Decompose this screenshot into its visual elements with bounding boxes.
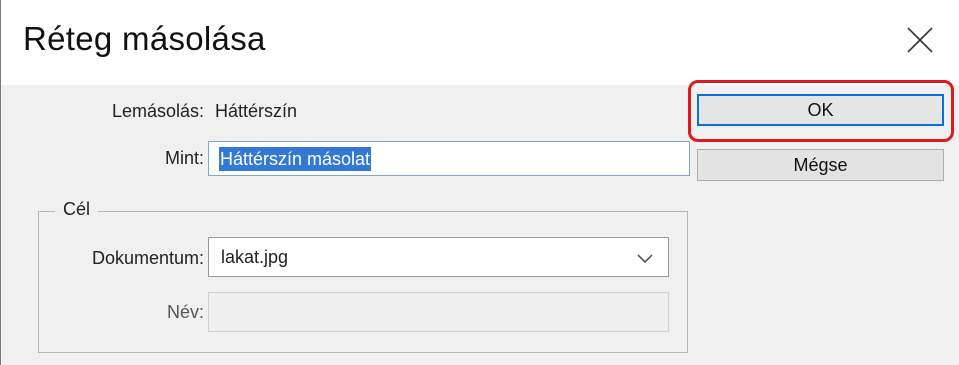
duplicate-label: Lemásolás: <box>111 101 204 121</box>
close-button[interactable] <box>900 20 940 60</box>
name-label: Név: <box>166 302 204 322</box>
title-bar: Réteg másolása <box>1 0 959 85</box>
destination-group-legend: Cél <box>55 199 99 220</box>
duplicate-source-value: Háttérszín <box>215 101 298 121</box>
duplicate-layer-dialog: Réteg másolása Lemásolás: Háttérszín Min… <box>0 0 959 365</box>
dialog-title: Réteg másolása <box>23 20 266 57</box>
layer-name-selected-text: Háttérszín másolat <box>219 146 372 171</box>
name-input-disabled <box>208 292 669 332</box>
as-label: Mint: <box>164 148 204 168</box>
ok-button[interactable]: OK <box>697 94 944 126</box>
document-dropdown-value: lakat.jpg <box>221 246 289 267</box>
cancel-button[interactable]: Mégse <box>697 149 944 181</box>
chevron-down-icon <box>637 254 653 264</box>
layer-name-input[interactable]: Háttérszín másolat <box>208 141 690 176</box>
document-label: Dokumentum: <box>91 248 204 268</box>
document-dropdown[interactable]: lakat.jpg <box>208 237 669 277</box>
close-icon <box>907 27 933 53</box>
